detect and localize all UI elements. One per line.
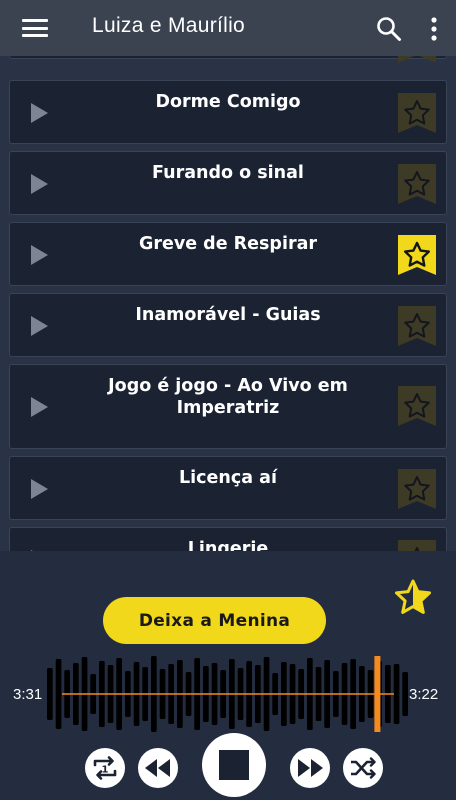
star-icon[interactable]: [398, 235, 436, 275]
star-icon[interactable]: [398, 164, 436, 204]
song-row[interactable]: Jogo é jogo - Ao Vivo em Imperatriz: [9, 364, 447, 449]
star-icon[interactable]: [398, 469, 436, 509]
song-title: Inamorável - Guias: [135, 305, 321, 325]
song-list: Dorme Comigo Furando o sinal Greve de Re…: [0, 0, 456, 551]
star-icon[interactable]: [398, 540, 436, 551]
shuffle-icon[interactable]: [342, 747, 384, 789]
waveform-seekbar[interactable]: [46, 654, 410, 734]
remaining-time: 3:22: [409, 686, 439, 703]
repeat-one-icon[interactable]: 1: [84, 747, 126, 789]
star-icon[interactable]: [398, 386, 436, 426]
play-icon[interactable]: [28, 478, 50, 500]
star-icon[interactable]: [393, 578, 433, 618]
more-vert-icon[interactable]: [424, 16, 444, 42]
waveform-bar: [47, 668, 53, 720]
page-title: Luiza e Maurílio: [92, 14, 246, 37]
song-row[interactable]: Greve de Respirar: [9, 222, 447, 286]
play-icon[interactable]: [28, 315, 50, 337]
song-title: Lingerie: [187, 539, 269, 551]
rewind-icon[interactable]: [137, 747, 179, 789]
song-row[interactable]: Dorme Comigo: [9, 80, 447, 144]
song-row[interactable]: Lingerie: [9, 527, 447, 551]
song-title: Greve de Respirar: [138, 234, 318, 254]
search-icon[interactable]: [376, 16, 402, 42]
waveform-bar: [402, 672, 408, 716]
star-icon[interactable]: [398, 306, 436, 346]
song-row[interactable]: Licença aí: [9, 456, 447, 520]
play-icon[interactable]: [28, 173, 50, 195]
song-row[interactable]: Furando o sinal: [9, 151, 447, 215]
seek-thumb[interactable]: [374, 656, 381, 732]
song-title: Licença aí: [179, 468, 277, 488]
svg-text:1: 1: [102, 765, 109, 776]
elapsed-time: 3:31: [13, 686, 43, 703]
stop-icon[interactable]: [201, 732, 267, 798]
play-icon[interactable]: [28, 244, 50, 266]
app-bar: Luiza e Maurílio: [0, 0, 456, 56]
song-row[interactable]: Inamorável - Guias: [9, 293, 447, 357]
song-title: Jogo é jogo - Ao Vivo em Imperatriz: [108, 376, 348, 418]
play-icon[interactable]: [28, 102, 50, 124]
song-title: Furando o sinal: [152, 163, 304, 183]
star-icon[interactable]: [398, 93, 436, 133]
fast-forward-icon[interactable]: [289, 747, 331, 789]
now-playing-button[interactable]: Deixa a Menina: [103, 597, 326, 644]
waveform-bar: [55, 659, 62, 729]
player-panel: Deixa a Menina 3:31 3:22 1: [0, 551, 456, 800]
song-title: Dorme Comigo: [155, 92, 301, 112]
waveform-bar: [393, 664, 400, 724]
menu-icon[interactable]: [22, 17, 48, 39]
play-icon[interactable]: [28, 396, 50, 418]
